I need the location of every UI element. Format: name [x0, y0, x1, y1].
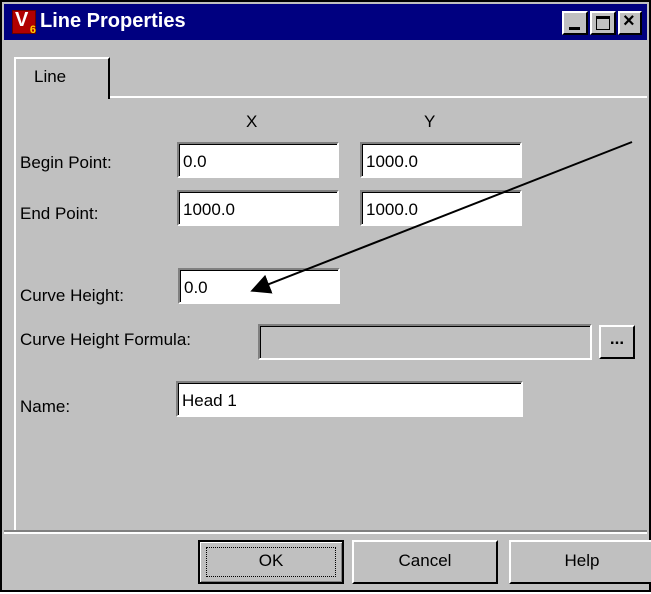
column-x-header: X [246, 112, 258, 131]
end-point-label: End Point: [20, 204, 99, 223]
formula-browse-button[interactable]: ... [599, 325, 635, 359]
ok-button[interactable]: OK [198, 540, 344, 584]
curve-height-formula-label: Curve Height Formula: [20, 330, 192, 349]
help-button[interactable]: Help [509, 540, 651, 584]
maximize-button[interactable] [590, 11, 616, 35]
tab-line-label: Line [34, 67, 67, 86]
curve-height-input[interactable] [178, 268, 340, 304]
cancel-button-label: Cancel [398, 551, 452, 570]
minimize-icon [569, 27, 580, 30]
title-bar[interactable]: V 6 Line Properties × [4, 4, 647, 40]
tab-strip-border [108, 96, 647, 98]
line-properties-dialog: V 6 Line Properties × Line X Y Begin Poi… [0, 0, 651, 592]
help-button-label: Help [564, 551, 600, 570]
end-point-y-input[interactable] [360, 190, 522, 226]
end-point-x-input[interactable] [177, 190, 339, 226]
window-title: Line Properties [40, 10, 186, 32]
name-input[interactable] [176, 381, 523, 417]
curve-height-label: Curve Height: [20, 286, 124, 305]
app-v-icon: V 6 [12, 9, 36, 36]
button-area-separator-highlight [4, 532, 647, 534]
cancel-button[interactable]: Cancel [352, 540, 498, 584]
panel-border [14, 98, 16, 530]
name-label: Name: [20, 397, 71, 416]
begin-point-y-input[interactable] [360, 142, 522, 178]
curve-height-formula-input[interactable] [258, 324, 592, 360]
focus-rectangle [206, 547, 336, 577]
column-y-header: Y [424, 112, 436, 131]
close-button[interactable]: × [618, 10, 642, 35]
minimize-button[interactable] [562, 11, 588, 35]
begin-point-label: Begin Point: [20, 153, 112, 172]
maximize-icon [596, 16, 610, 30]
begin-point-x-input[interactable] [177, 142, 339, 178]
close-icon: × [623, 10, 635, 32]
tab-line[interactable]: Line [14, 57, 110, 99]
